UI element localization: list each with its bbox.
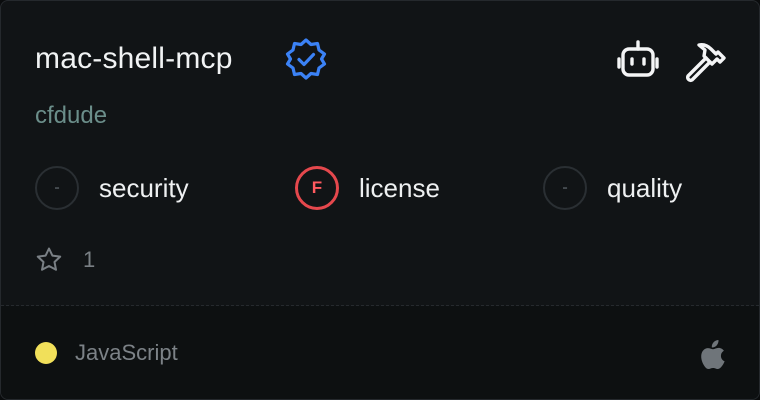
metric-license[interactable]: F license [295, 164, 440, 212]
hammer-icon[interactable] [681, 37, 727, 83]
language-name: JavaScript [75, 340, 178, 365]
author-name[interactable]: cfdude [35, 99, 107, 133]
apple-icon [701, 340, 725, 369]
license-grade: F [295, 166, 339, 210]
card-footer: JavaScript [1, 306, 759, 399]
quality-grade: - [543, 166, 587, 210]
star-count-value: 1 [83, 247, 96, 272]
metric-quality[interactable]: - quality [543, 164, 682, 212]
star-icon [36, 247, 62, 271]
server-card[interactable]: mac-shell-mcp cfdude - security F licens… [0, 0, 760, 400]
metric-security[interactable]: - security [35, 164, 189, 212]
star-count[interactable]: 1 [35, 245, 95, 275]
security-label: security [99, 172, 189, 203]
license-label: license [359, 172, 440, 203]
package-name[interactable]: mac-shell-mcp [35, 39, 233, 79]
security-grade: - [35, 166, 79, 210]
robot-icon[interactable] [615, 37, 661, 83]
quality-label: quality [607, 172, 683, 203]
verified-badge-icon [285, 38, 327, 80]
language-color-dot [35, 342, 57, 364]
card-body: mac-shell-mcp cfdude - security F licens… [1, 1, 759, 305]
